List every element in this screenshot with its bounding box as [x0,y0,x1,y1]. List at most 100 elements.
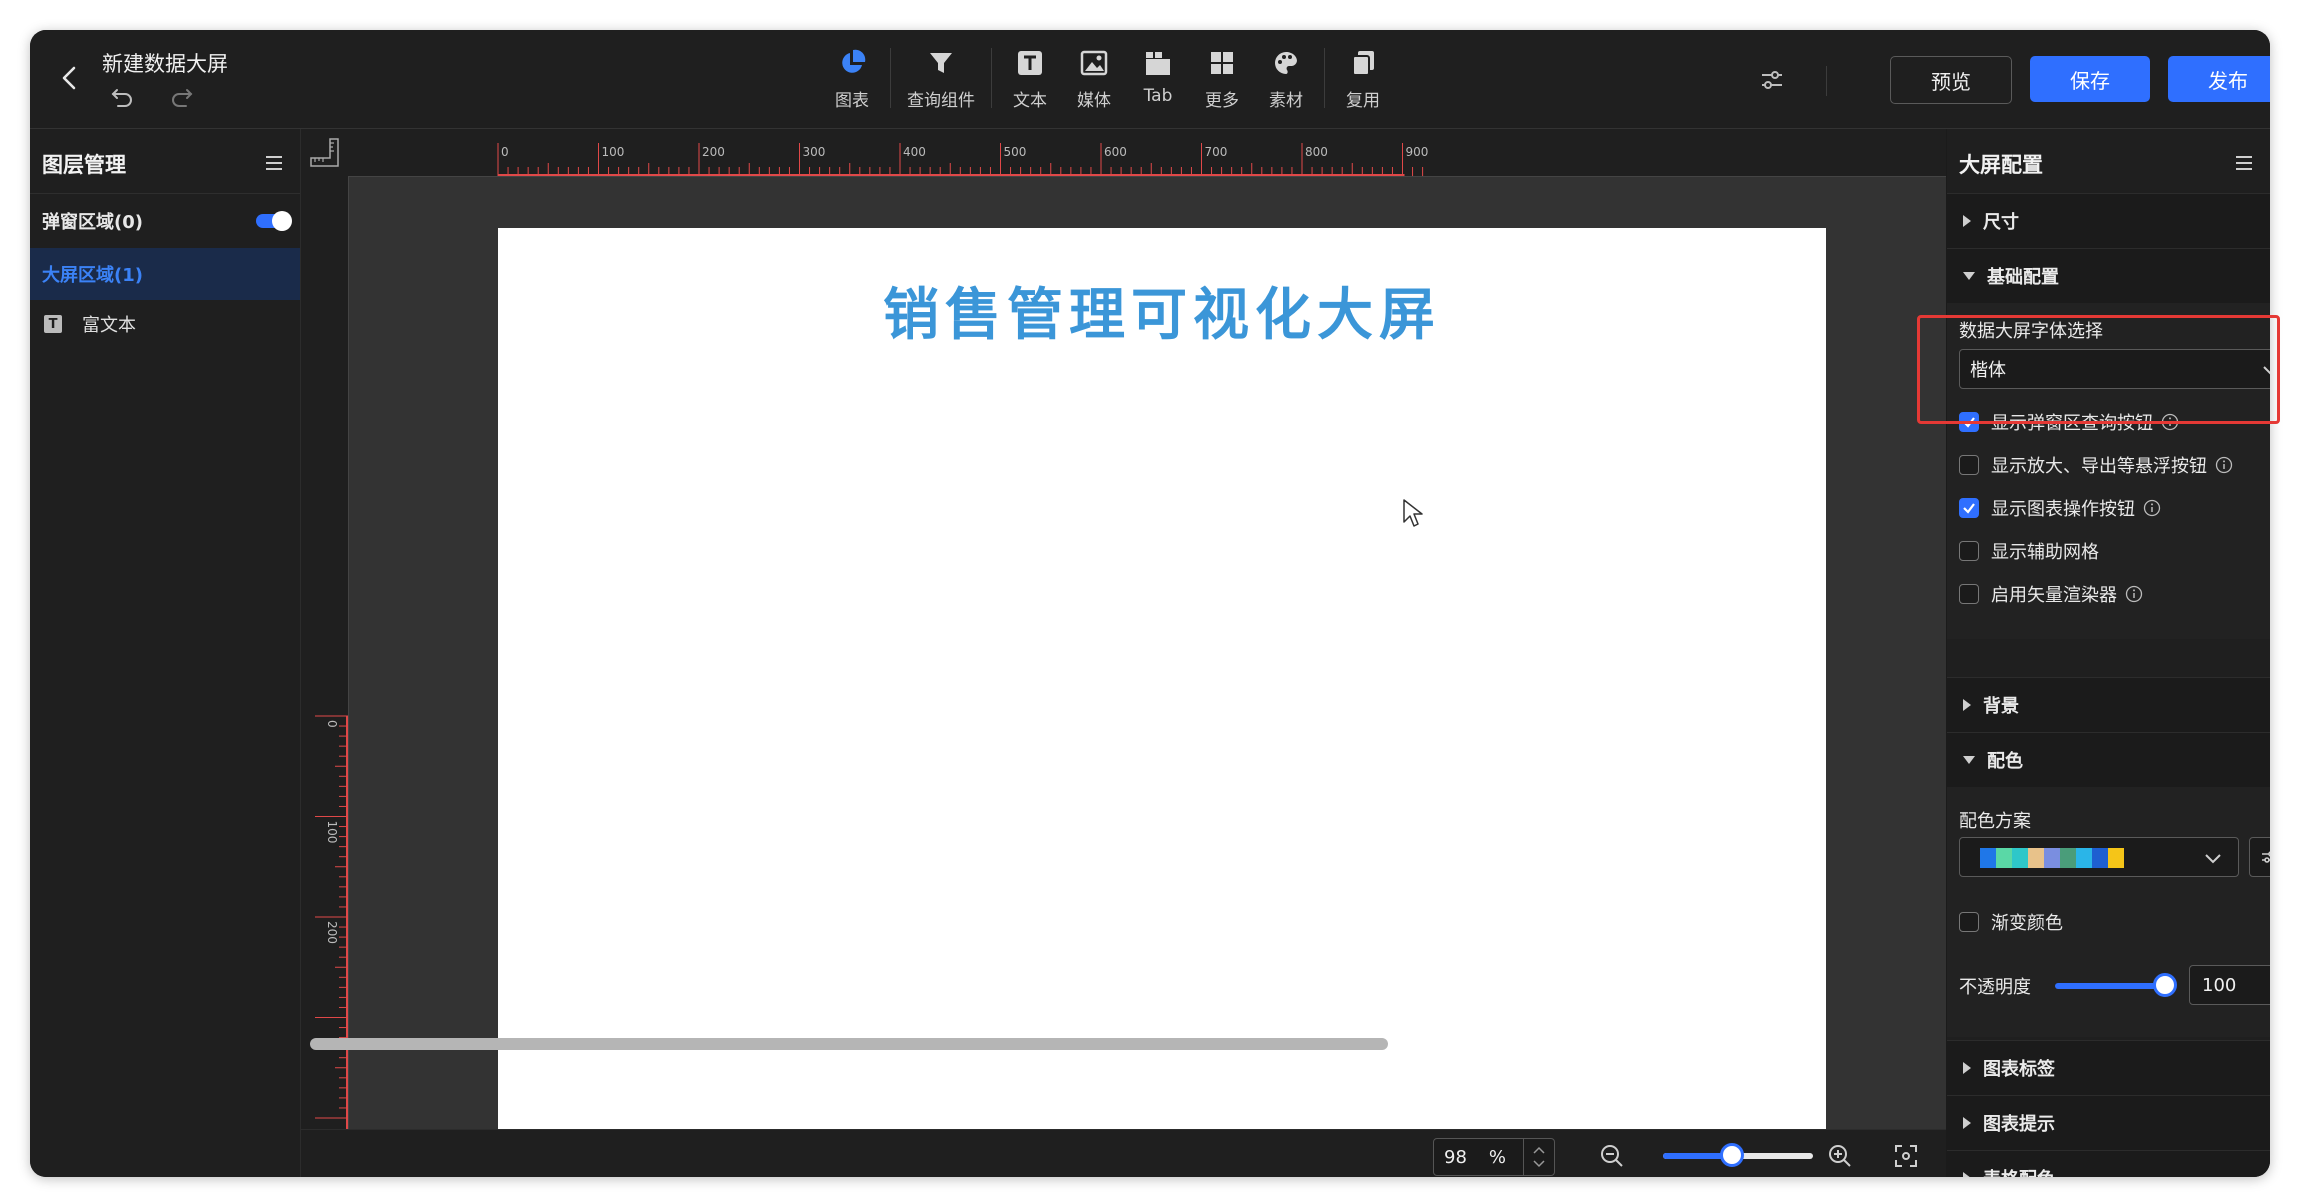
gradient-checkbox[interactable] [1959,912,1979,932]
undo-icon [111,89,132,107]
color-swatch [2028,848,2044,868]
color-scheme-adjust-button[interactable] [2249,837,2270,877]
funnel-icon [930,53,952,73]
undo-button[interactable] [108,82,138,112]
fit-screen-icon [1895,1145,1917,1167]
option-checkbox[interactable] [1959,455,1979,475]
menu-icon [266,156,282,170]
screen-area-row[interactable]: 大屏区域(1) [30,248,300,300]
info-icon [2215,456,2233,474]
ruler-tick-label: 100 [602,145,625,159]
tool-reuse[interactable]: 复用 [1331,42,1395,118]
ruler-corner[interactable] [301,129,349,177]
ruler-tick-label: 700 [1205,145,1228,159]
zoom-stepper[interactable] [1523,1139,1554,1175]
ruler-tick-label: 200 [325,921,339,944]
option-row-1[interactable]: 显示放大、导出等悬浮按钮 [1959,450,2233,480]
check-icon [1963,503,1975,514]
layer-item-rich-text[interactable]: T 富文本 [30,301,300,347]
option-checkbox[interactable] [1959,541,1979,561]
font-select-label: 数据大屏字体选择 [1959,321,2103,342]
zoom-in-button[interactable] [1827,1143,1853,1169]
ruler-tick-label: 100 [325,821,339,844]
chevron-down-icon [2205,854,2221,864]
layer-panel-menu-button[interactable] [262,151,286,175]
caret-right-icon [1963,215,1971,227]
tool-more[interactable]: 更多 [1190,42,1254,118]
option-checkbox[interactable] [1959,412,1979,432]
chevron-up-down-icon [1533,1146,1545,1168]
ruler-tick-label: 600 [1104,145,1127,159]
popup-area-row[interactable]: 弹窗区域(0) [30,193,300,248]
section-basic-config[interactable]: 基础配置 [1947,248,2270,303]
config-panel-title: 大屏配置 [1959,153,2043,177]
popup-area-toggle[interactable] [256,211,292,231]
section-chart-label[interactable]: 图表标签 [1947,1040,2270,1095]
section-chart-tip[interactable]: 图表提示 [1947,1095,2270,1150]
section-table-color[interactable]: 表格配色 [1947,1150,2270,1177]
option-checkbox[interactable] [1959,584,1979,604]
text-icon [1018,51,1042,75]
canvas-area[interactable]: 0 100 200 300 400 500 600 700 800 900 0 100 200 销售管… [301,129,1946,1129]
save-button[interactable]: 保存 [2030,56,2150,102]
option-checkbox[interactable] [1959,498,1979,518]
redo-icon [172,89,193,107]
settings-adjust-button[interactable] [1756,64,1788,96]
ruler-tick-label: 300 [803,145,826,159]
opacity-input[interactable]: 100 % [2189,965,2270,1005]
screen-artboard[interactable]: 销售管理可视化大屏 [498,228,1826,1129]
font-select-dropdown[interactable]: 楷体 [1959,349,2270,389]
caret-down-icon [1963,272,1975,280]
color-swatch [2076,848,2092,868]
section-background[interactable]: 背景 [1947,677,2270,732]
app-window: 新建数据大屏 图表 查询组件 文本 媒体 Tab 更多 素材 复用 预览 保存 … [30,30,2270,1177]
gradient-color-option[interactable]: 渐变颜色 [1959,907,2063,937]
fit-screen-button[interactable] [1893,1143,1919,1169]
ruler-tick-label: 0 [325,720,339,728]
config-panel-menu-button[interactable] [2232,151,2256,175]
vertical-ruler[interactable]: 0 100 200 [301,176,349,1129]
ruler-tick-label: 800 [1305,145,1328,159]
option-row-2[interactable]: 显示图表操作按钮 [1959,493,2161,523]
sliders-icon [1762,71,1782,89]
chevron-down-icon [2263,366,2270,375]
top-toolbar: 新建数据大屏 图表 查询组件 文本 媒体 Tab 更多 素材 复用 预览 保存 … [30,30,2270,129]
tool-media[interactable]: 媒体 [1062,42,1126,118]
color-scheme-dropdown[interactable] [1959,837,2239,877]
tool-text[interactable]: 文本 [998,42,1062,118]
back-button[interactable] [52,60,88,96]
menu-icon [2236,156,2252,170]
section-size[interactable]: 尺寸 [1947,193,2270,248]
tool-material[interactable]: 素材 [1254,42,1318,118]
zoom-input[interactable]: 98 % [1433,1138,1555,1176]
caret-right-icon [1963,1172,1971,1177]
option-row-4[interactable]: 启用矢量渲染器 [1959,579,2143,609]
tool-chart[interactable]: 图表 [820,42,884,118]
zoom-slider-handle[interactable] [1720,1143,1744,1167]
section-color[interactable]: 配色 [1947,732,2270,787]
redo-button[interactable] [166,82,196,112]
opacity-slider-handle[interactable] [2153,973,2177,997]
layer-panel: 图层管理 弹窗区域(0) 大屏区域(1) T 富文本 [30,129,301,1177]
zoom-out-button[interactable] [1599,1143,1625,1169]
option-row-0[interactable]: 显示弹窗区查询按钮 [1959,407,2179,437]
palette-icon [1275,52,1297,74]
opacity-slider[interactable] [2055,983,2165,989]
page-title: 新建数据大屏 [102,52,228,76]
mouse-cursor-icon [1402,498,1426,530]
popup-area-label: 弹窗区域(0) [42,212,143,233]
tool-query-component[interactable]: 查询组件 [897,42,985,118]
option-row-3[interactable]: 显示辅助网格 [1959,536,2099,566]
tool-tab[interactable]: Tab [1126,42,1190,118]
pie-chart-icon [842,49,866,73]
layer-item-label: 富文本 [82,315,136,336]
horizontal-scrollbar[interactable] [310,1038,1388,1050]
chevron-left-icon [62,66,76,90]
screen-title-rich-text[interactable]: 销售管理可视化大屏 [498,270,1826,351]
ruler-tick-label: 200 [702,145,725,159]
preview-button[interactable]: 预览 [1890,56,2012,104]
zoom-slider[interactable] [1663,1143,1813,1167]
color-swatch [1980,848,1996,868]
horizontal-ruler[interactable]: 0 100 200 300 400 500 600 700 800 900 [348,129,1946,177]
publish-button[interactable]: 发布 [2168,56,2270,102]
